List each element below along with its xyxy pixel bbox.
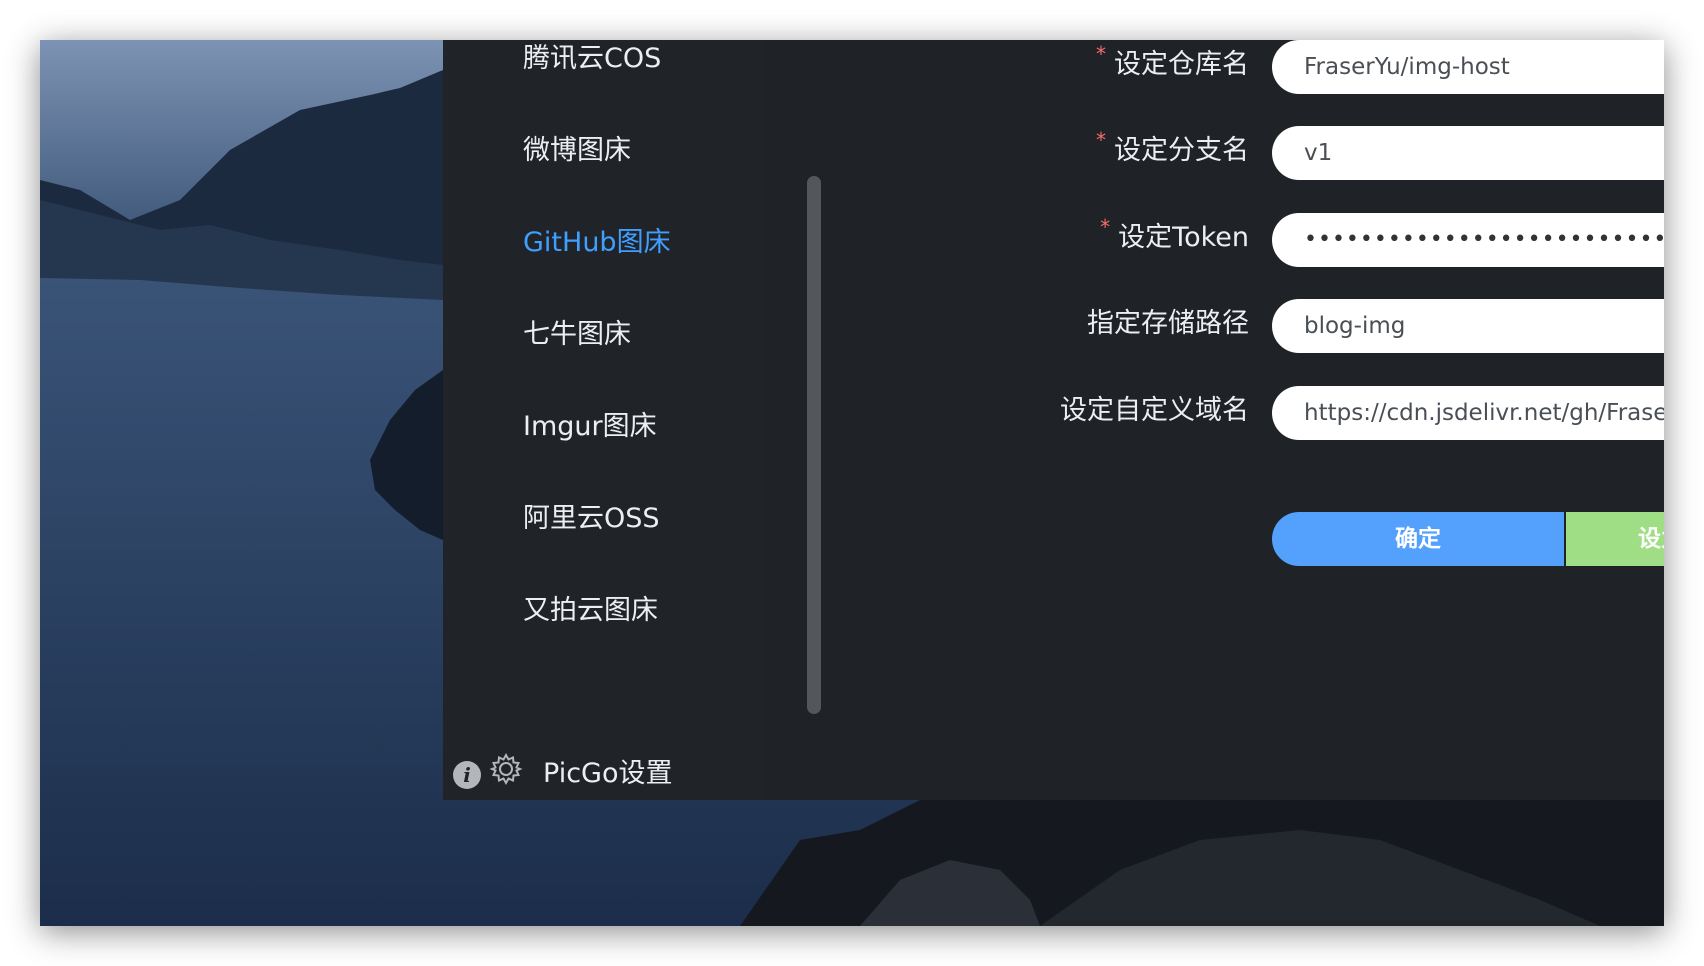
gear-icon[interactable] bbox=[489, 752, 523, 786]
picgo-window: 腾讯云COS 微博图床 GitHub图床 七牛图床 Imgur图床 阿里云OSS… bbox=[443, 40, 1664, 800]
path-label: 指定存储路径 bbox=[1087, 308, 1249, 339]
sidebar-item-qiniu[interactable]: 七牛图床 bbox=[523, 318, 631, 352]
confirm-button[interactable]: 确定 bbox=[1272, 512, 1564, 566]
required-mark: * bbox=[1100, 215, 1111, 239]
branch-label: * 设定分支名 bbox=[1096, 128, 1249, 166]
sidebar-item-upyun[interactable]: 又拍云图床 bbox=[523, 594, 658, 628]
sidebar-item-tencent-cos[interactable]: 腾讯云COS bbox=[523, 42, 661, 76]
branch-input[interactable]: v1 bbox=[1272, 126, 1664, 180]
repo-label: * 设定仓库名 bbox=[1096, 42, 1249, 80]
sidebar-item-aliyun-oss[interactable]: 阿里云OSS bbox=[523, 502, 660, 536]
token-label: * 设定Token bbox=[1100, 215, 1249, 253]
required-mark: * bbox=[1096, 42, 1106, 66]
picgo-settings-link[interactable]: PicGo设置 bbox=[543, 751, 672, 790]
repo-input[interactable]: FraserYu/img-host bbox=[1272, 40, 1664, 94]
path-input[interactable]: blog-img bbox=[1272, 299, 1664, 353]
sidebar-item-imgur[interactable]: Imgur图床 bbox=[523, 410, 657, 444]
info-icon[interactable]: i bbox=[453, 761, 481, 789]
desktop-background: 腾讯云COS 微博图床 GitHub图床 七牛图床 Imgur图床 阿里云OSS… bbox=[40, 40, 1664, 926]
form-labels: * 设定仓库名 * 设定分支名 * 设定Token 指定存储路径 设定自定义域名 bbox=[763, 40, 1249, 600]
sidebar-item-weibo[interactable]: 微博图床 bbox=[523, 134, 631, 168]
sidebar-item-github[interactable]: GitHub图床 bbox=[523, 226, 671, 260]
domain-input[interactable]: https://cdn.jsdelivr.net/gh/FraserYu/in bbox=[1272, 386, 1664, 440]
sidebar-footer: i PicGo设置 bbox=[443, 745, 763, 795]
required-mark: * bbox=[1096, 128, 1106, 152]
set-default-button[interactable]: 设为默 bbox=[1566, 512, 1664, 566]
domain-label: 设定自定义域名 bbox=[1060, 395, 1249, 426]
token-input[interactable]: •••••••••••••••••••••••••••••••••••••••• bbox=[1272, 213, 1664, 267]
sidebar: 腾讯云COS 微博图床 GitHub图床 七牛图床 Imgur图床 阿里云OSS… bbox=[443, 40, 763, 800]
